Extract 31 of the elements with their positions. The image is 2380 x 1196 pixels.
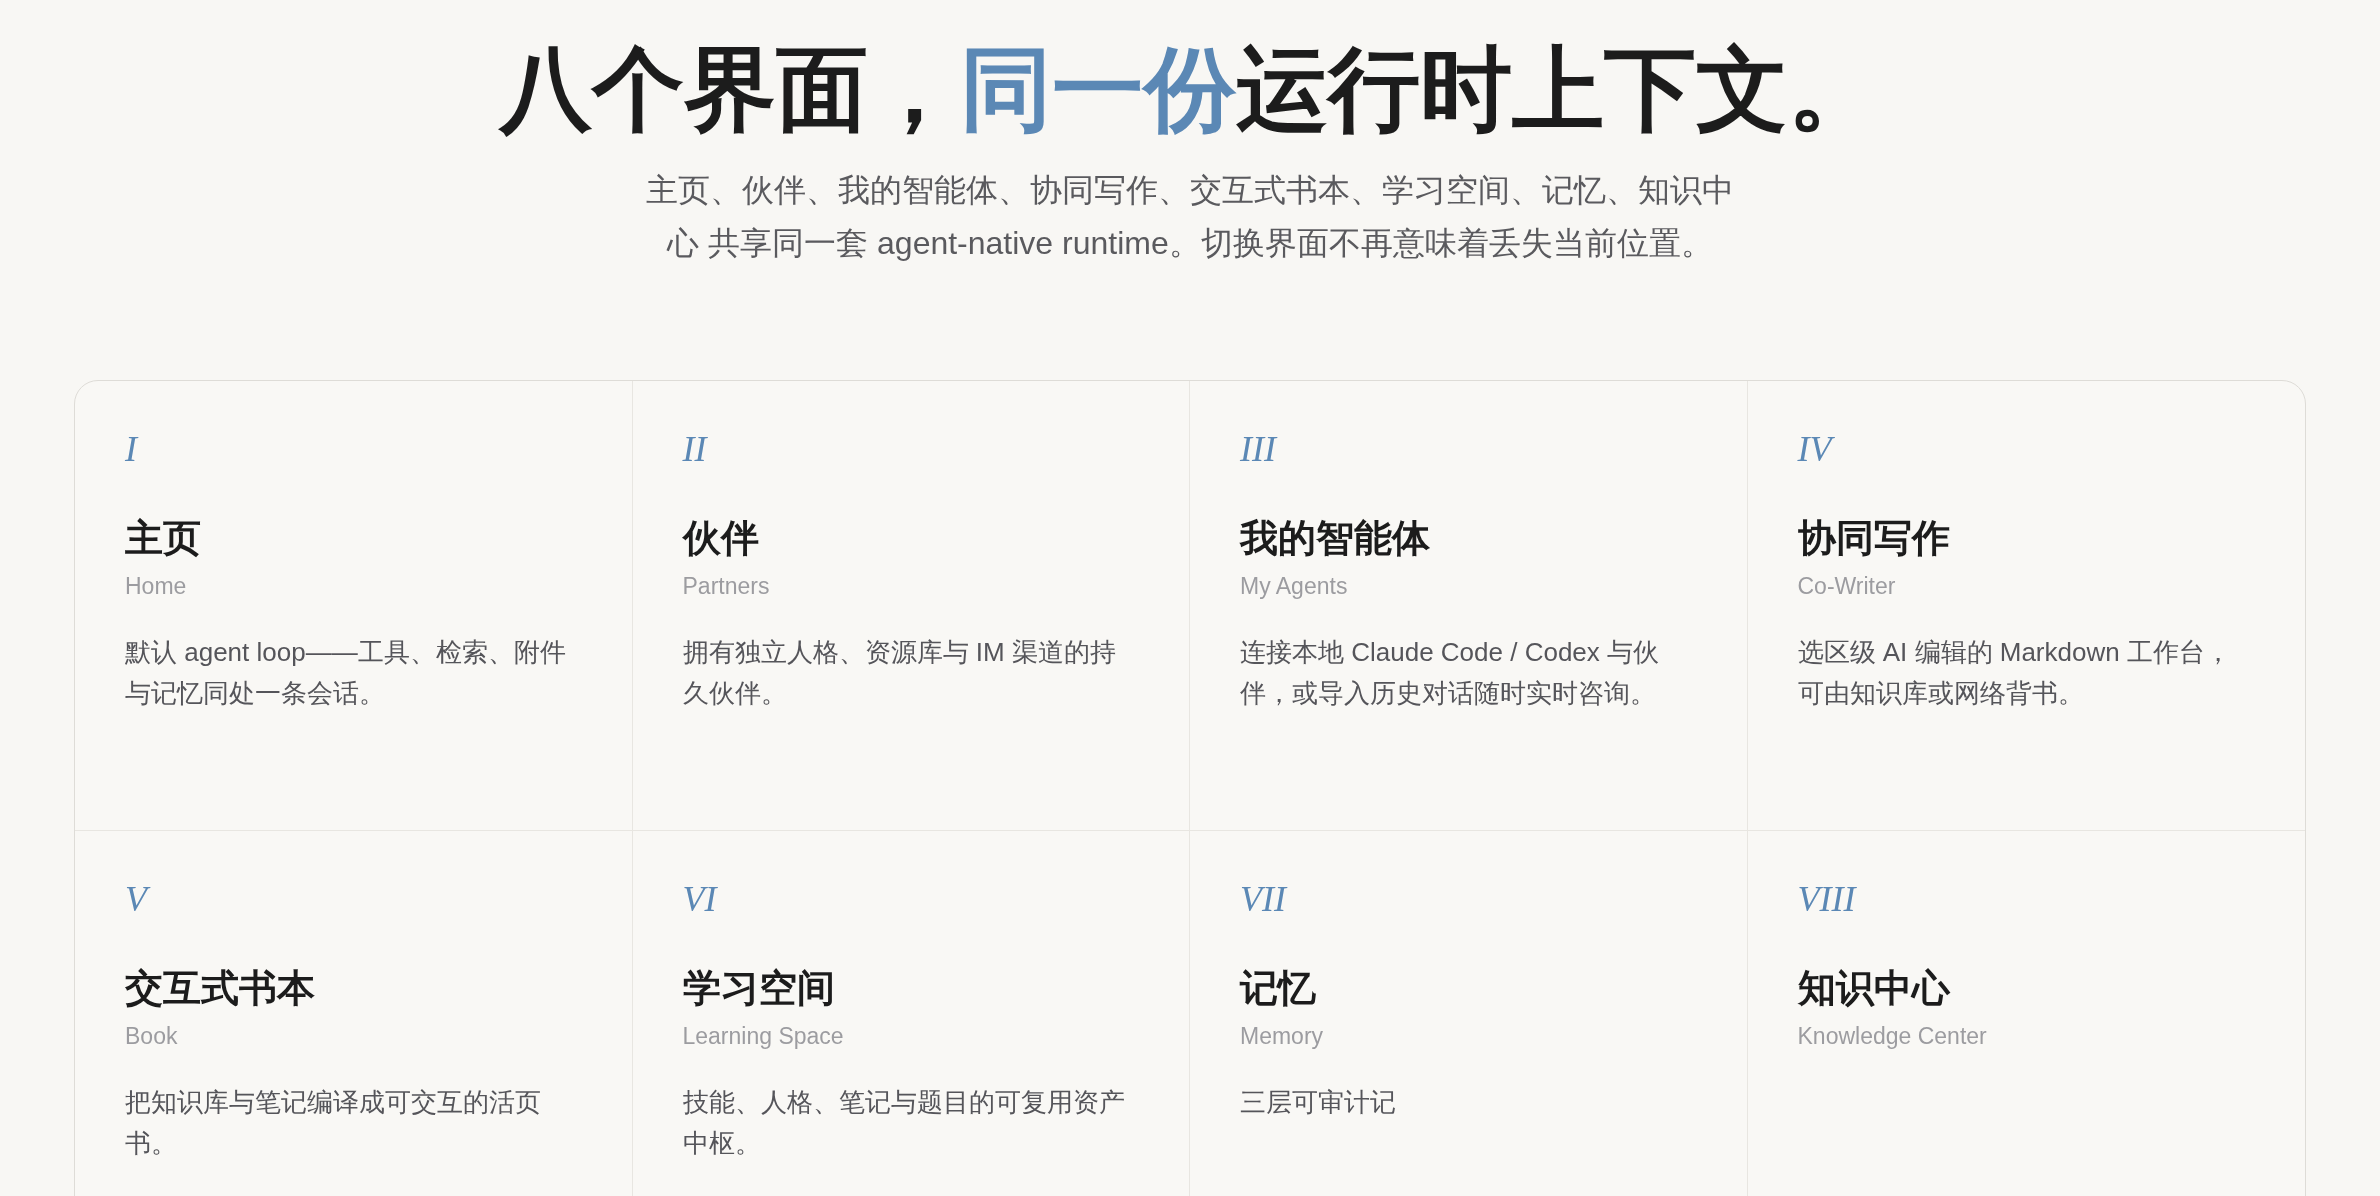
- roman-numeral: VIII: [1797, 881, 1856, 917]
- surface-english-name: Partners: [682, 575, 770, 598]
- roman-numeral: II: [682, 431, 707, 467]
- surface-description: 把知识库与笔记编译成可交互的活页书。: [125, 1086, 542, 1160]
- surface-english-name: Co-Writer: [1797, 575, 1896, 598]
- surface-english-name: Memory: [1240, 1025, 1324, 1048]
- surface-title: 协同写作: [1797, 519, 1950, 557]
- roman-numeral: I: [125, 431, 137, 467]
- surface-description: 拥有独立人格、资源库与 IM 渠道的持久伙伴。: [682, 636, 1117, 710]
- surface-english-name: Knowledge Center: [1797, 1025, 1987, 1048]
- roman-numeral: VII: [1240, 881, 1286, 917]
- roman-numeral: III: [1240, 431, 1276, 467]
- surface-english-name: Learning Space: [682, 1025, 844, 1048]
- surface-title: 主页: [125, 519, 201, 557]
- surface-title: 记忆: [1240, 969, 1316, 1007]
- surface-title: 知识中心: [1797, 969, 1950, 1007]
- page-heading: 八个界面，同一份运行时上下文。: [500, 44, 1880, 136]
- surface-english-name: Home: [125, 575, 187, 598]
- surface-description: 三层可审计记: [1240, 1086, 1397, 1119]
- surface-description: 连接本地 Claude Code / Codex 与伙伴，或导入历史对话随时实时咨询。: [1240, 636, 1661, 710]
- surface-title: 交互式书本: [125, 969, 315, 1007]
- surface-description: 选区级 AI 编辑的 Markdown 工作台，可由知识库或网络背书。: [1797, 636, 2232, 710]
- surface-english-name: Book: [125, 1025, 178, 1048]
- surface-description: 技能、人格、笔记与题目的可复用资产中枢。: [682, 1086, 1126, 1160]
- surface-description: 默认 agent loop——工具、检索、附件与记忆同处一条会话。: [125, 636, 567, 710]
- surface-title: 伙伴: [682, 519, 759, 557]
- surface-title: 学习空间: [682, 969, 835, 1007]
- roman-numeral: VI: [682, 881, 717, 917]
- surface-title: 我的智能体: [1240, 519, 1430, 557]
- surface-english-name: My Agents: [1240, 575, 1348, 598]
- page-subtitle: 主页、伙伴、我的智能体、协同写作、交互式书本、学习空间、记忆、知识中心 共享同一套 agent-native runtime。切换界面不再意味着丢失当前位置。: [645, 171, 1735, 263]
